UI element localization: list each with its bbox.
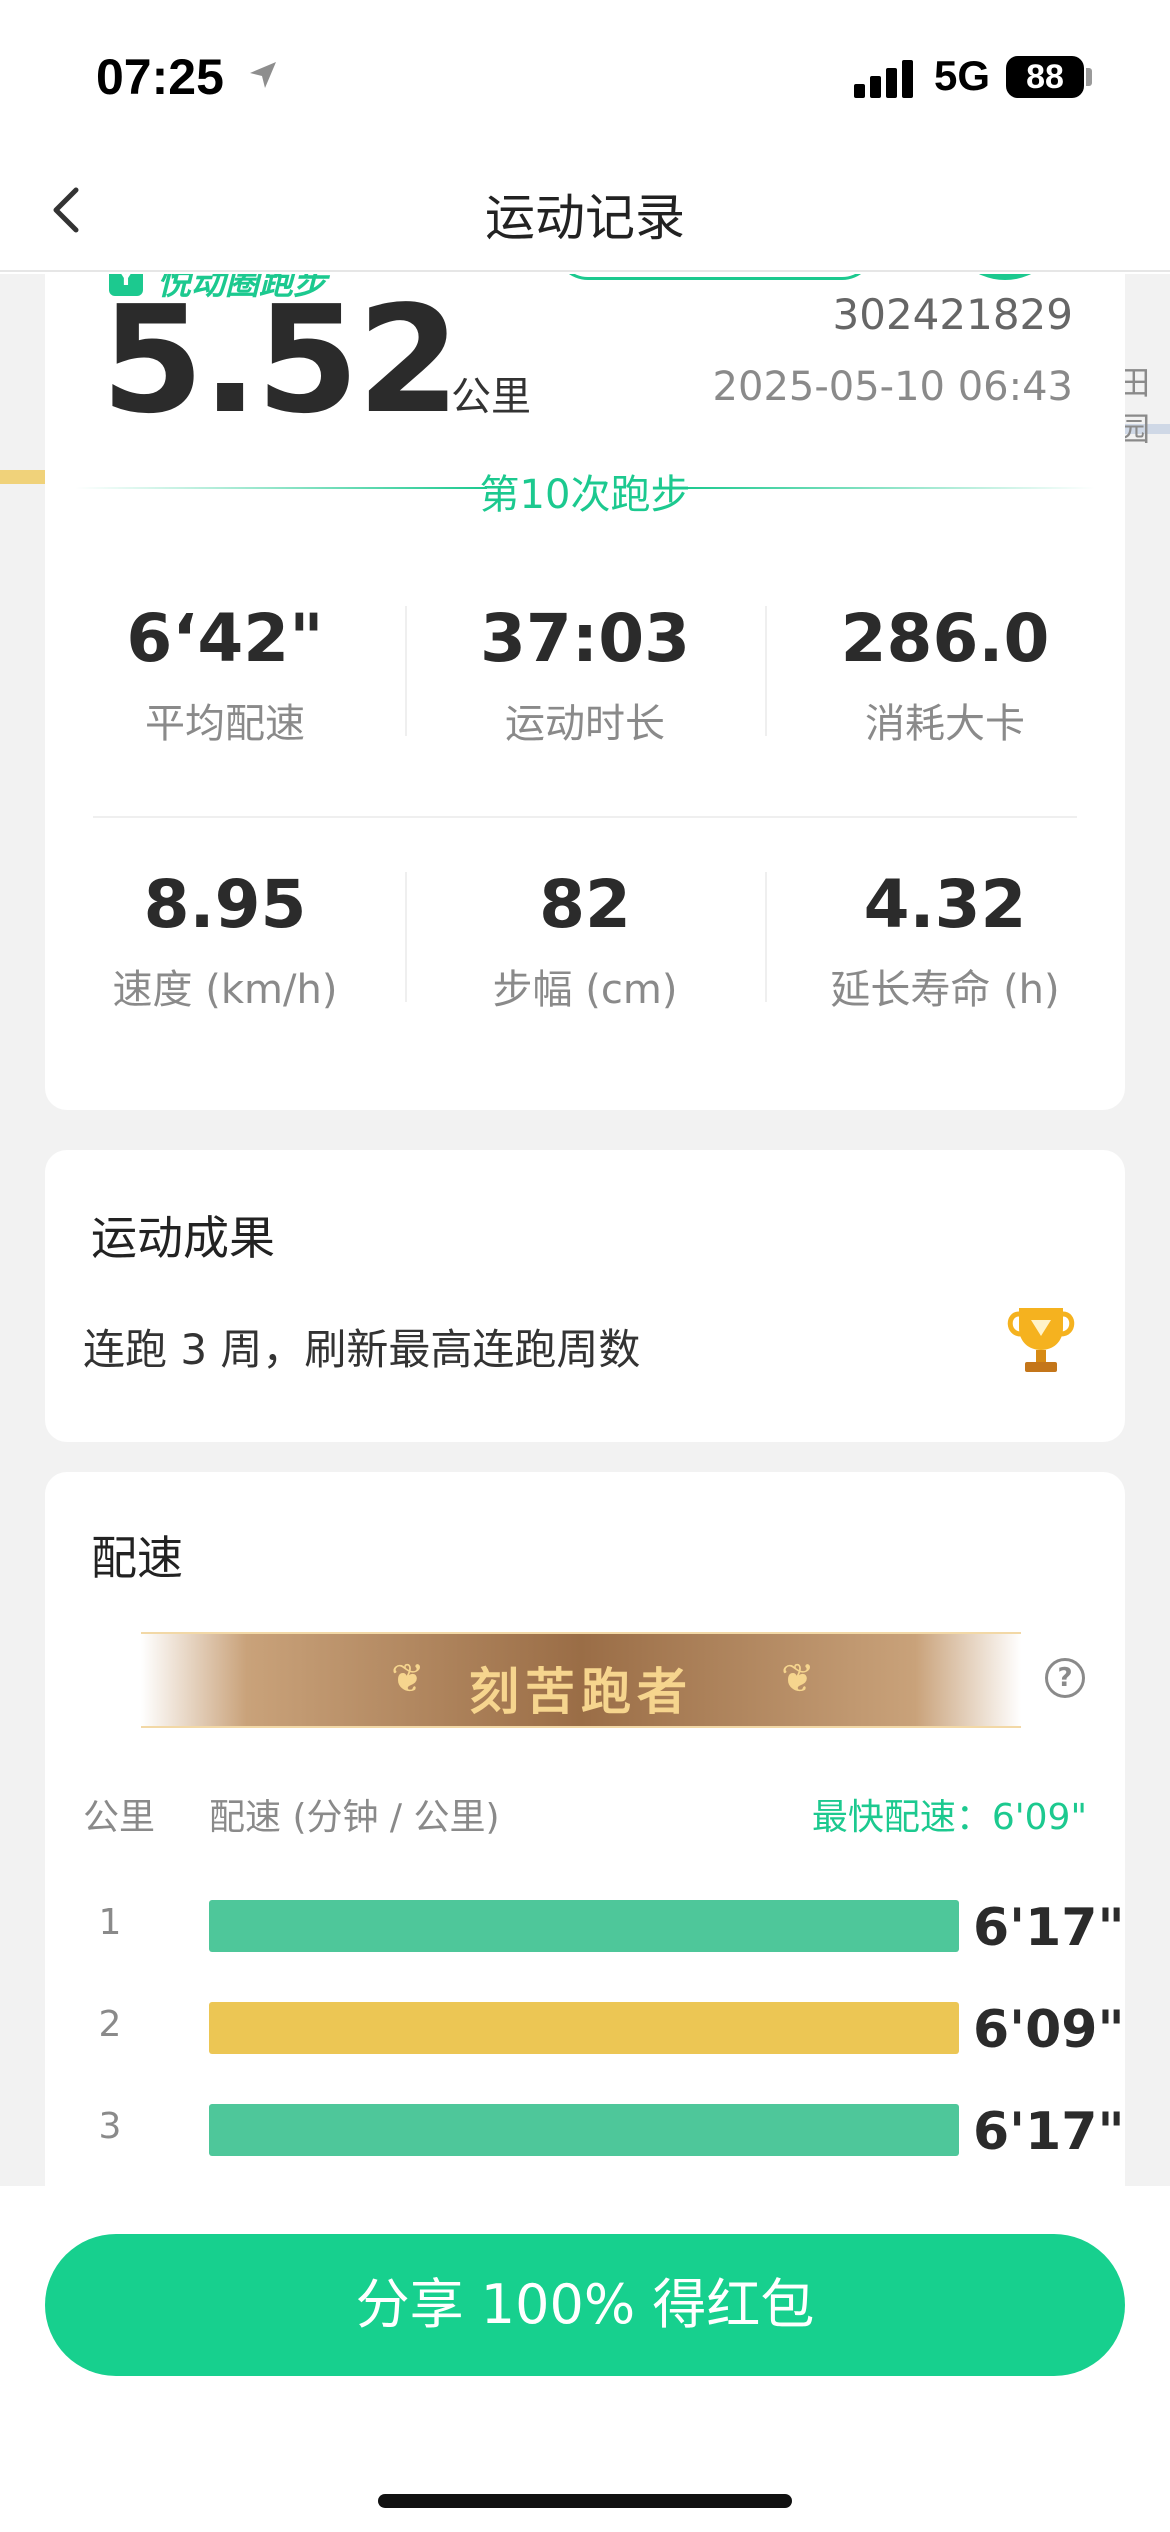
battery-icon: 88	[1006, 56, 1084, 98]
stat-speed: 8.95 速度 (km/h)	[45, 866, 405, 1015]
status-bar: 07:25 5G 88	[0, 0, 1170, 150]
stat-label: 平均配速	[145, 701, 305, 747]
map-circle-button[interactable]	[945, 274, 1065, 280]
stat-value: 8.95	[143, 866, 307, 943]
km-number: 3	[98, 2106, 122, 2147]
stat-value: 286.0	[840, 600, 1050, 677]
stat-label: 步幅 (cm)	[492, 967, 678, 1013]
km-number: 2	[98, 2004, 122, 2045]
pace-value: 6'09"	[973, 2000, 1125, 2060]
stats-divider	[93, 816, 1077, 818]
distance-unit: 公里	[451, 374, 531, 420]
run-count-row: 第10次跑步	[75, 458, 1095, 518]
stat-life-extension: 4.32 延长寿命 (h)	[765, 866, 1125, 1015]
stat-label: 运动时长	[505, 701, 665, 747]
location-arrow-icon	[250, 62, 276, 88]
distance-value: 5.52	[101, 274, 460, 446]
stat-calories: 286.0 消耗大卡	[765, 600, 1125, 749]
record-id: 302421829	[832, 290, 1074, 339]
stat-label: 延长寿命 (h)	[830, 967, 1060, 1013]
pace-bar	[209, 1900, 959, 1952]
column-header-pace: 配速 (分钟 / 公里)	[209, 1797, 500, 1838]
content-scroll-area[interactable]: 田园 Y 悦动圈跑步 5.52 公里 302421829 2025-05-10 …	[0, 274, 1170, 2186]
run-count: 第10次跑步	[479, 472, 691, 518]
fastest-pace: 最快配速：6'09"	[811, 1797, 1087, 1838]
record-date: 2025-05-10 06:43	[712, 364, 1073, 410]
page-title: 运动记录	[485, 189, 685, 247]
stat-duration: 37:03 运动时长	[405, 600, 765, 749]
network-type: 5G	[934, 52, 991, 99]
stat-label: 速度 (km/h)	[112, 967, 338, 1013]
pace-bar	[209, 2104, 959, 2156]
home-indicator	[378, 2494, 792, 2508]
help-icon[interactable]: ?	[1045, 1658, 1085, 1698]
stat-value: 37:03	[479, 600, 691, 677]
pace-row: 3 6'17"	[45, 2100, 1125, 2162]
runner-title-banner: ❦ 刻苦跑者 ❦	[141, 1632, 1021, 1728]
achievement-title: 运动成果	[91, 1211, 275, 1265]
stat-value: 4.32	[863, 866, 1027, 943]
map-label: 田园	[1118, 364, 1151, 448]
stat-avg-pace: 6‘42" 平均配速	[45, 600, 405, 749]
pace-bar	[209, 2002, 959, 2054]
banner-text: 刻苦跑者	[469, 1663, 693, 1721]
wheat-icon: ❦	[781, 1656, 815, 1702]
pace-row: 2 6'09"	[45, 1998, 1125, 2060]
battery-tip	[1086, 68, 1092, 86]
stat-label: 消耗大卡	[865, 701, 1025, 747]
divider-line	[683, 487, 1095, 489]
signal-icon	[854, 58, 918, 98]
pace-title: 配速	[91, 1531, 183, 1585]
achievement-card: 运动成果 连跑 3 周，刷新最高连跑周数	[45, 1150, 1125, 1442]
trophy-icon	[1007, 1308, 1075, 1372]
km-number: 1	[98, 1902, 122, 1943]
bottom-bar: 分享 100% 得红包	[0, 2186, 1170, 2532]
pace-card: 配速 ❦ 刻苦跑者 ❦ ? 公里 配速 (分钟 / 公里) 最快配速：6'09"…	[45, 1472, 1125, 2186]
summary-card: Y 悦动圈跑步 5.52 公里 302421829 2025-05-10 06:…	[45, 274, 1125, 1110]
pace-value: 6'17"	[973, 1898, 1125, 1958]
stat-stride: 82 步幅 (cm)	[405, 866, 765, 1015]
pace-value: 6'17"	[973, 2102, 1125, 2162]
status-time: 07:25	[96, 49, 224, 105]
share-button[interactable]: 分享 100% 得红包	[45, 2234, 1125, 2376]
map-road	[0, 470, 50, 484]
pace-row: 1 6'17"	[45, 1896, 1125, 1958]
stat-value: 6‘42"	[126, 600, 324, 677]
map-toggle-button[interactable]	[555, 274, 875, 280]
column-header-km: 公里	[83, 1797, 156, 1838]
achievement-text: 连跑 3 周，刷新最高连跑周数	[83, 1325, 641, 1374]
stat-value: 82	[539, 866, 631, 943]
nav-bar: 运动记录	[0, 150, 1170, 272]
